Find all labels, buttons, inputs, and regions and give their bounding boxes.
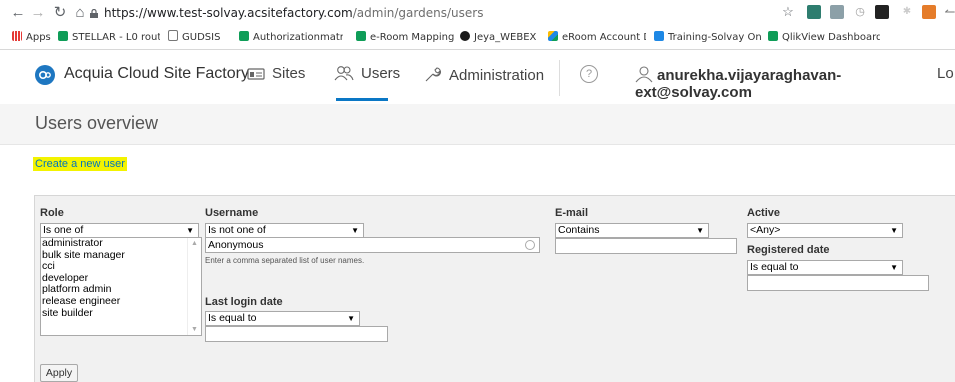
bookmark-qlikview[interactable]: QlikView Dashboard xyxy=(768,30,880,45)
extension-faded-icon[interactable]: ✱ xyxy=(900,5,914,19)
active-select[interactable]: <Any> ▼ xyxy=(747,223,903,238)
user-icon xyxy=(635,66,653,83)
nav-users[interactable]: Users xyxy=(334,65,400,82)
logout-link[interactable]: Lo xyxy=(937,65,954,82)
reload-icon[interactable]: ↻ xyxy=(52,4,68,22)
extension-message-icon[interactable] xyxy=(875,5,889,19)
apps-grid-icon xyxy=(12,31,22,41)
page-icon xyxy=(168,30,178,41)
extension-icons: ☆ ◷ ✱ ↼ xyxy=(770,3,955,23)
sheet-icon xyxy=(768,31,778,41)
email-input[interactable] xyxy=(555,238,737,254)
last-login-label: Last login date xyxy=(205,296,283,308)
list-item[interactable]: bulk site manager xyxy=(41,249,201,262)
bookmark-stellar[interactable]: STELLAR - L0 routing xyxy=(58,30,160,45)
username-input[interactable]: Anonymous xyxy=(205,237,540,253)
sheet-icon xyxy=(58,31,68,41)
forward-icon[interactable]: → xyxy=(30,4,46,22)
bookmark-eroom-account[interactable]: eRoom Account Dea xyxy=(548,30,646,45)
bookmark-jeya-webex[interactable]: Jeya_WEBEX xyxy=(460,30,538,45)
nav-users-label: Users xyxy=(361,65,401,82)
role-label: Role xyxy=(40,207,64,219)
dropdown-arrow-icon: ▼ xyxy=(186,226,194,235)
registered-date-input[interactable] xyxy=(747,275,929,291)
role-listbox[interactable]: administrator bulk site manager cci deve… xyxy=(40,237,202,336)
back-icon[interactable]: ← xyxy=(10,4,26,22)
extension-cast-icon[interactable]: ↼ xyxy=(943,5,955,19)
bookmarks-bar: Apps STELLAR - L0 routing GUDSIS Authori… xyxy=(0,26,955,50)
wrench-icon xyxy=(425,67,441,82)
scroll-up-icon[interactable]: ▲ xyxy=(191,240,198,247)
extension-orange-icon[interactable] xyxy=(922,5,936,19)
brand-name[interactable]: Acquia Cloud Site Factory xyxy=(64,65,249,83)
active-tab-indicator xyxy=(336,98,388,101)
bookmark-apps[interactable]: Apps xyxy=(12,30,54,45)
lock-icon xyxy=(90,9,98,18)
bookmark-authorizationmatrix[interactable]: Authorizationmatrix xyxy=(239,30,343,45)
url-path: /admin/gardens/users xyxy=(352,6,484,20)
acquia-logo-icon[interactable] xyxy=(35,65,55,85)
email-operator-select[interactable]: Contains ▼ xyxy=(555,223,709,238)
dropdown-arrow-icon: ▼ xyxy=(696,226,704,235)
apply-button[interactable]: Apply xyxy=(40,364,78,382)
bookmark-gudsis[interactable]: GUDSIS xyxy=(168,30,230,45)
dropdown-arrow-icon: ▼ xyxy=(890,226,898,235)
user-email: anurekha.vijayaraghavan-ext@solvay.com xyxy=(635,67,842,101)
extension-grey-icon[interactable] xyxy=(830,5,844,19)
salesforce-icon xyxy=(654,31,664,41)
browser-toolbar: ← → ↻ ⌂ https://www.test-solvay.acsitefa… xyxy=(0,0,955,26)
list-item[interactable]: site builder xyxy=(41,307,201,320)
page-title: Users overview xyxy=(35,113,159,133)
extension-sheets-icon[interactable] xyxy=(807,5,821,19)
help-icon[interactable]: ? xyxy=(580,65,598,83)
drive-icon xyxy=(548,31,558,41)
user-account[interactable]: anurekha.vijayaraghavan-ext@solvay.com xyxy=(635,65,955,101)
nav-sites-label: Sites xyxy=(272,65,306,82)
bookmark-eroom-mapping[interactable]: e-Room Mapping - ( xyxy=(356,30,454,45)
sheet-icon xyxy=(356,31,366,41)
username-operator-select[interactable]: Is not one of ▼ xyxy=(205,223,364,238)
users-icon xyxy=(334,66,354,81)
listbox-scrollbar[interactable]: ▲ ▼ xyxy=(187,238,201,335)
dropdown-arrow-icon: ▼ xyxy=(351,226,359,235)
bookmark-training-solvay[interactable]: Training-Solvay One xyxy=(654,30,762,45)
sites-icon xyxy=(247,68,265,80)
list-item[interactable]: administrator xyxy=(41,237,201,250)
url-host: https://www.test-solvay.acsitefactory.co… xyxy=(104,6,353,20)
active-label: Active xyxy=(747,207,781,219)
star-icon[interactable]: ☆ xyxy=(781,5,795,19)
registered-date-label: Registered date xyxy=(747,244,830,256)
nav-administration-label: Administration xyxy=(449,67,545,84)
last-login-input[interactable] xyxy=(205,326,388,342)
username-hint: Enter a comma separated list of user nam… xyxy=(205,256,365,265)
nav-separator xyxy=(559,60,560,96)
filter-panel: Role Is one of ▼ administrator bulk site … xyxy=(34,195,955,382)
email-label: E-mail xyxy=(555,207,589,219)
dropdown-arrow-icon: ▼ xyxy=(890,263,898,272)
registered-date-operator-select[interactable]: Is equal to ▼ xyxy=(747,260,903,275)
sheet-icon xyxy=(239,31,249,41)
address-bar[interactable]: https://www.test-solvay.acsitefactory.co… xyxy=(90,4,483,22)
username-label: Username xyxy=(205,207,259,219)
list-item[interactable]: release engineer xyxy=(41,295,201,308)
role-operator-select[interactable]: Is one of ▼ xyxy=(40,223,199,238)
nav-administration[interactable]: Administration xyxy=(424,65,544,84)
site-header: Acquia Cloud Site Factory Sites Users Ad… xyxy=(0,50,955,105)
last-login-operator-select[interactable]: Is equal to ▼ xyxy=(205,311,360,326)
nav-sites[interactable]: Sites xyxy=(247,65,305,82)
autocomplete-throbber-icon xyxy=(525,240,535,250)
home-icon[interactable]: ⌂ xyxy=(72,4,88,22)
scroll-down-icon[interactable]: ▼ xyxy=(191,326,198,333)
dropdown-arrow-icon: ▼ xyxy=(347,314,355,323)
page-header: Users overview xyxy=(0,104,955,145)
extension-clock-icon[interactable]: ◷ xyxy=(853,5,867,19)
webex-icon xyxy=(460,31,470,41)
create-user-link[interactable]: Create a new user xyxy=(33,157,127,171)
